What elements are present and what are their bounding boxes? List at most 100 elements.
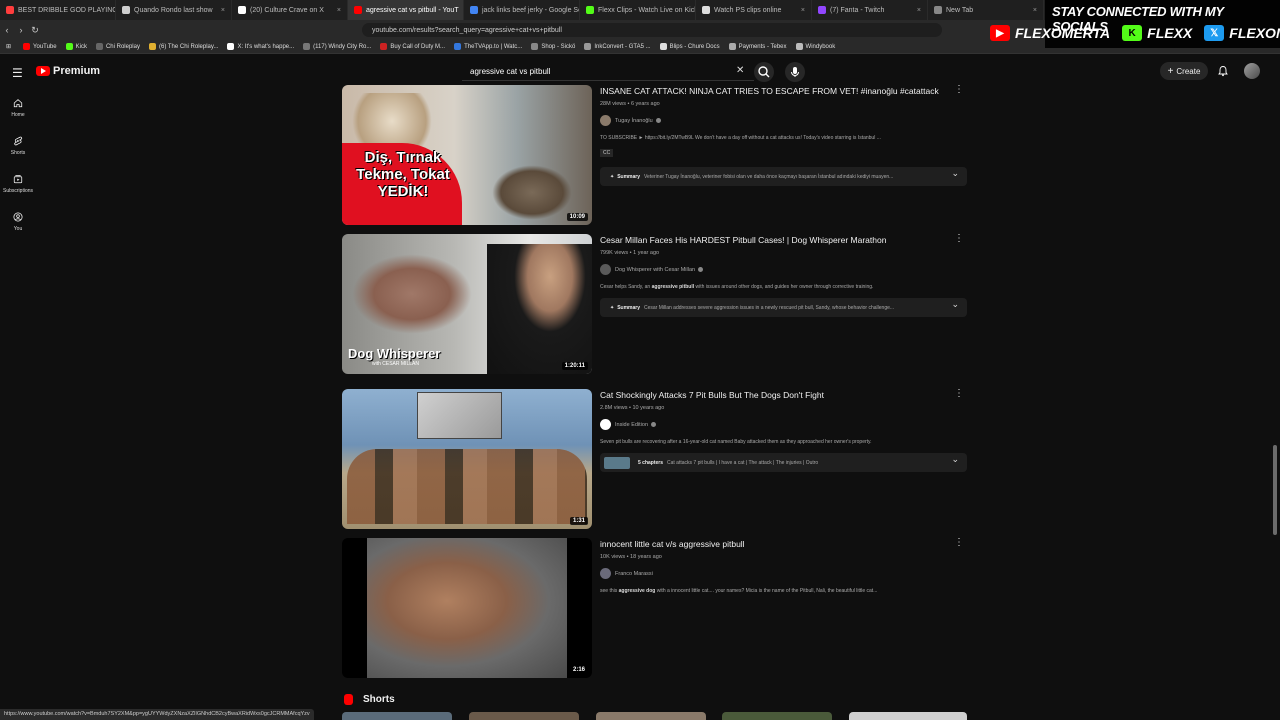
forward-icon[interactable]: › bbox=[14, 25, 28, 35]
bookmark-item[interactable]: Windybook bbox=[795, 43, 835, 50]
bookmark-item[interactable]: X: It's what's happe... bbox=[227, 43, 294, 50]
video-thumbnail[interactable]: Diş, Tırnak Tekme, Tokat YEDİK! 10:09 bbox=[342, 85, 592, 225]
chapters-panel[interactable]: 5 chapters Cat attacks 7 pit bulls | I ha… bbox=[600, 453, 967, 472]
tab-close-icon[interactable]: × bbox=[217, 7, 225, 14]
short-thumbnail[interactable] bbox=[849, 712, 967, 720]
bookmark-item[interactable]: Payments - Tebex bbox=[728, 43, 787, 50]
browser-tab[interactable]: agressive cat vs pitbull - YouT× bbox=[348, 0, 464, 20]
channel-row[interactable]: Dog Whisperer with Cesar Millan bbox=[600, 264, 970, 275]
youtube-logo[interactable]: Premium bbox=[36, 65, 100, 77]
sidebar: Home Shorts Subscriptions You bbox=[0, 88, 36, 240]
menu-icon[interactable]: ☰ bbox=[12, 66, 23, 80]
video-title[interactable]: innocent little cat v/s aggressive pitbu… bbox=[600, 538, 970, 551]
bookmark-item[interactable]: Buy Call of Duty M... bbox=[380, 43, 445, 50]
chevron-down-icon[interactable]: ⌄ bbox=[951, 299, 959, 310]
chevron-down-icon[interactable]: ⌄ bbox=[951, 454, 959, 465]
clear-search-icon[interactable]: ✕ bbox=[736, 65, 744, 76]
back-icon[interactable]: ‹ bbox=[0, 25, 14, 35]
browser-tab[interactable]: (7) Fanta - Twitch × bbox=[812, 0, 928, 20]
bookmark-item[interactable]: Shop - Sickö bbox=[531, 43, 575, 50]
browser-tab[interactable]: jack links beef jerky - Google Sea× bbox=[464, 0, 580, 20]
browser-tab[interactable]: Flexx Clips - Watch Live on Kick× bbox=[580, 0, 696, 20]
page-scrollbar[interactable] bbox=[1273, 445, 1277, 535]
bookmark-label: YouTube bbox=[33, 43, 57, 50]
video-title[interactable]: INSANE CAT ATTACK! NINJA CAT TRIES TO ES… bbox=[600, 85, 970, 98]
tab-close-icon[interactable]: × bbox=[333, 7, 341, 14]
video-thumbnail[interactable]: 1:31 bbox=[342, 389, 592, 529]
more-actions-icon[interactable]: ⋮ bbox=[954, 234, 964, 244]
browser-tab[interactable]: Watch PS clips online × bbox=[696, 0, 812, 20]
channel-avatar[interactable] bbox=[600, 419, 611, 430]
bookmark-item[interactable]: Chi Roleplay bbox=[95, 43, 140, 50]
url-text: youtube.com/results?search_query=agressi… bbox=[372, 26, 562, 34]
video-title[interactable]: Cesar Millan Faces His HARDEST Pitbull C… bbox=[600, 234, 970, 247]
tab-close-icon[interactable]: × bbox=[913, 7, 921, 14]
description-text: Cesar helps Sandy, an bbox=[600, 284, 652, 290]
channel-avatar[interactable] bbox=[600, 115, 611, 126]
bookmark-item[interactable]: YouTube bbox=[23, 43, 57, 50]
channel-avatar[interactable] bbox=[600, 568, 611, 579]
video-thumbnail[interactable]: 2:16 bbox=[342, 538, 592, 678]
channel-name[interactable]: Dog Whisperer with Cesar Millan bbox=[615, 267, 695, 273]
short-thumbnail[interactable] bbox=[469, 712, 579, 720]
ai-summary-panel[interactable]: ✦ Summary Cesar Millan addresses severe ag… bbox=[600, 298, 967, 317]
tab-close-icon[interactable]: × bbox=[797, 7, 805, 14]
channel-name[interactable]: Franco Marassi bbox=[615, 571, 653, 577]
bookmark-favicon-icon bbox=[227, 43, 235, 50]
sidebar-item-shorts[interactable]: Shorts bbox=[0, 126, 36, 164]
bookmark-item[interactable]: Blips - Chure Docs bbox=[659, 43, 720, 50]
notifications-bell-icon[interactable] bbox=[1217, 65, 1229, 77]
video-description: Seven pit bulls are recovering after a 1… bbox=[600, 439, 970, 445]
bookmark-favicon-icon bbox=[380, 43, 388, 50]
tab-label: Quando Rondo last show bbox=[134, 6, 213, 14]
tab-favicon-icon bbox=[934, 6, 942, 14]
apps-icon[interactable]: ⊞ bbox=[6, 43, 11, 50]
bookmark-item[interactable]: TheTVApp.to | Watc... bbox=[454, 43, 522, 50]
thumbnail-overlay-text: Dog Whisperer bbox=[348, 346, 441, 361]
search-input[interactable]: agressive cat vs pitbull bbox=[462, 62, 754, 81]
browser-tab[interactable]: Quando Rondo last show × bbox=[116, 0, 232, 20]
account-avatar[interactable] bbox=[1244, 63, 1260, 79]
more-actions-icon[interactable]: ⋮ bbox=[954, 85, 964, 95]
bookmark-item[interactable]: (6) The Chi Roleplay... bbox=[148, 43, 218, 50]
create-button[interactable]: + Create bbox=[1160, 62, 1208, 80]
voice-search-button[interactable] bbox=[785, 62, 805, 82]
short-thumbnail[interactable] bbox=[342, 712, 452, 720]
channel-avatar[interactable] bbox=[600, 264, 611, 275]
bookmark-item[interactable]: Kick bbox=[65, 43, 87, 50]
bookmark-item[interactable]: InkConvert - GTA5 ... bbox=[584, 43, 651, 50]
channel-row[interactable]: Inside Edition bbox=[600, 419, 970, 430]
bookmark-favicon-icon bbox=[303, 43, 311, 50]
browser-tab[interactable]: New Tab × bbox=[928, 0, 1044, 20]
search-button[interactable] bbox=[754, 62, 774, 82]
short-thumbnail[interactable] bbox=[722, 712, 832, 720]
tab-close-icon[interactable]: × bbox=[1029, 7, 1037, 14]
bookmark-item[interactable]: (117) Windy City Ro... bbox=[303, 43, 371, 50]
description-text: with issues around other dogs, and guide… bbox=[694, 284, 874, 290]
channel-name[interactable]: Inside Edition bbox=[615, 422, 648, 428]
dogs-figure bbox=[347, 449, 587, 524]
more-actions-icon[interactable]: ⋮ bbox=[954, 538, 964, 548]
channel-row[interactable]: Franco Marassi bbox=[600, 568, 970, 579]
bookmark-label: Buy Call of Duty M... bbox=[390, 43, 446, 50]
reload-icon[interactable]: ↻ bbox=[28, 25, 42, 36]
browser-tab[interactable]: BEST DRIBBLE GOD PLAYING× bbox=[0, 0, 116, 20]
search-icon bbox=[758, 66, 770, 78]
browser-tab[interactable]: (20) Culture Crave on X × bbox=[232, 0, 348, 20]
channel-name[interactable]: Tugay İnanoğlu bbox=[615, 118, 653, 124]
ai-summary-panel[interactable]: ✦ Summary Veteriner Tugay İnanoğlu, veteri… bbox=[600, 167, 967, 186]
channel-row[interactable]: Tugay İnanoğlu bbox=[600, 115, 970, 126]
sidebar-item-subscriptions[interactable]: Subscriptions bbox=[0, 164, 36, 202]
tab-label: Flexx Clips - Watch Live on Kick bbox=[598, 6, 696, 14]
video-thumbnail[interactable]: Dog Whisperer with CESAR MILLAN 1:20:11 bbox=[342, 234, 592, 374]
url-field[interactable]: youtube.com/results?search_query=agressi… bbox=[362, 23, 942, 37]
sparkle-icon: ✦ bbox=[610, 304, 615, 311]
sidebar-item-home[interactable]: Home bbox=[0, 88, 36, 126]
video-title[interactable]: Cat Shockingly Attacks 7 Pit Bulls But T… bbox=[600, 389, 970, 402]
kick-icon: K bbox=[1122, 25, 1143, 41]
more-actions-icon[interactable]: ⋮ bbox=[954, 389, 964, 399]
chevron-down-icon[interactable]: ⌄ bbox=[951, 168, 959, 179]
sidebar-item-you[interactable]: You bbox=[0, 202, 36, 240]
short-thumbnail[interactable] bbox=[596, 712, 706, 720]
bookmark-label: InkConvert - GTA5 ... bbox=[594, 43, 651, 50]
